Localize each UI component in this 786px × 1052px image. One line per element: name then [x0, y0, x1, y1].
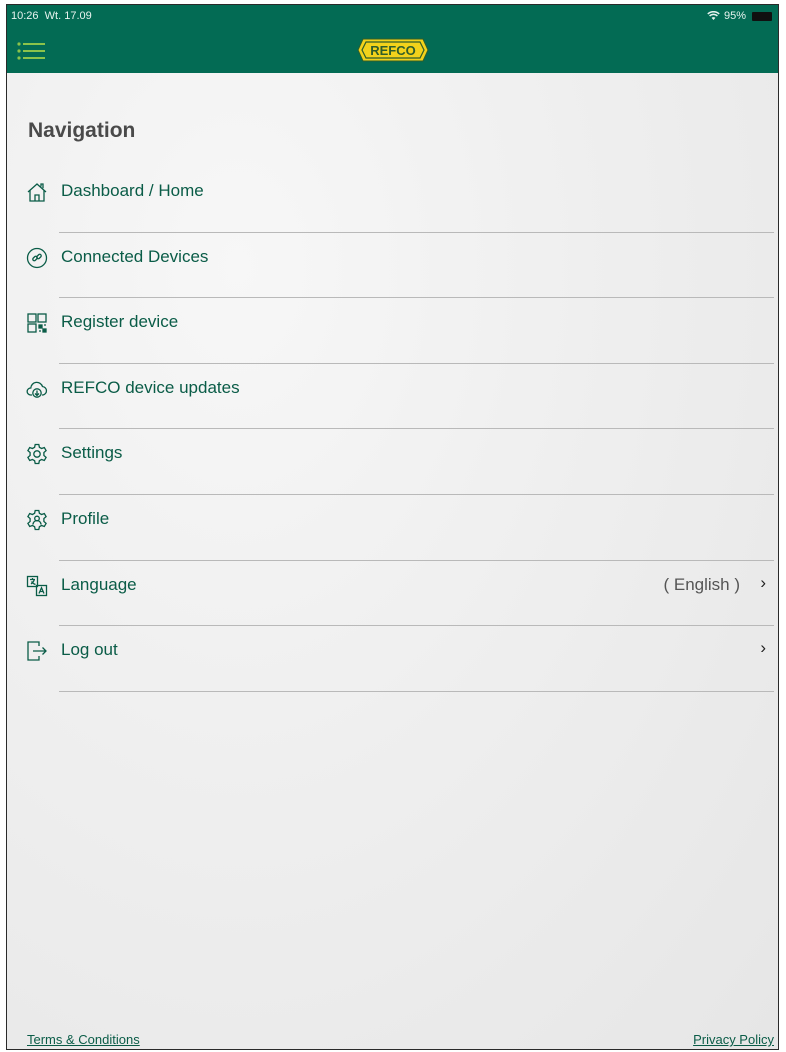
page-title: Navigation: [28, 119, 136, 142]
gear-icon: [25, 442, 49, 466]
status-time: 10:26: [11, 10, 39, 22]
logout-icon: [25, 639, 49, 663]
battery-icon: [752, 11, 772, 21]
home-icon: [25, 180, 49, 204]
chevron-right-icon: ›: [760, 572, 766, 592]
logo-text: REFCO: [370, 43, 416, 58]
qr-code-icon: [25, 311, 49, 335]
cloud-download-icon: [25, 377, 49, 401]
app-frame: 10:26 Wt. 17.09 95% REFCO Navigation Das…: [6, 4, 779, 1050]
link-icon: [25, 246, 49, 270]
translate-icon: [25, 574, 49, 598]
nav-item-register-device[interactable]: Register device: [7, 298, 778, 364]
nav-item-label: Dashboard / Home: [61, 181, 204, 200]
status-date: Wt. 17.09: [44, 10, 92, 22]
nav-list: Dashboard / Home Connected Devices Regis…: [7, 167, 778, 692]
nav-item-label: Language: [61, 574, 137, 594]
nav-item-label: Connected Devices: [61, 246, 209, 266]
language-current-value: ( English ): [663, 574, 740, 594]
nav-item-settings[interactable]: Settings: [7, 429, 778, 495]
status-indicators: 95%: [707, 10, 772, 22]
terms-conditions-link[interactable]: Terms & Conditions: [27, 1032, 140, 1047]
battery-percent: 95%: [723, 10, 746, 22]
nav-item-label: Profile: [61, 508, 110, 528]
nav-item-language[interactable]: Language ( English ) ›: [7, 561, 778, 627]
nav-item-label: REFCO device updates: [61, 377, 240, 397]
app-header: REFCO: [7, 27, 778, 73]
nav-item-connected-devices[interactable]: Connected Devices: [7, 233, 778, 299]
chevron-right-icon: ›: [760, 638, 766, 658]
wifi-icon: [707, 11, 720, 21]
nav-item-device-updates[interactable]: REFCO device updates: [7, 364, 778, 430]
profile-gear-icon: [25, 508, 49, 532]
navigation-panel: Navigation Dashboard / Home Connected De…: [7, 73, 778, 1049]
nav-item-profile[interactable]: Profile: [7, 495, 778, 561]
nav-item-logout[interactable]: Log out ›: [7, 626, 778, 692]
nav-item-label: Settings: [61, 443, 123, 463]
status-bar: 10:26 Wt. 17.09 95%: [7, 5, 778, 27]
privacy-policy-link[interactable]: Privacy Policy: [693, 1032, 774, 1047]
nav-item-label: Register device: [61, 312, 179, 332]
status-time-date: 10:26 Wt. 17.09: [11, 10, 92, 22]
refco-logo: REFCO: [356, 38, 429, 62]
menu-button[interactable]: [17, 42, 47, 60]
nav-item-dashboard[interactable]: Dashboard / Home: [7, 167, 778, 233]
divider: [59, 690, 774, 692]
hamburger-list-icon: [17, 42, 45, 60]
nav-item-label: Log out: [61, 640, 118, 660]
